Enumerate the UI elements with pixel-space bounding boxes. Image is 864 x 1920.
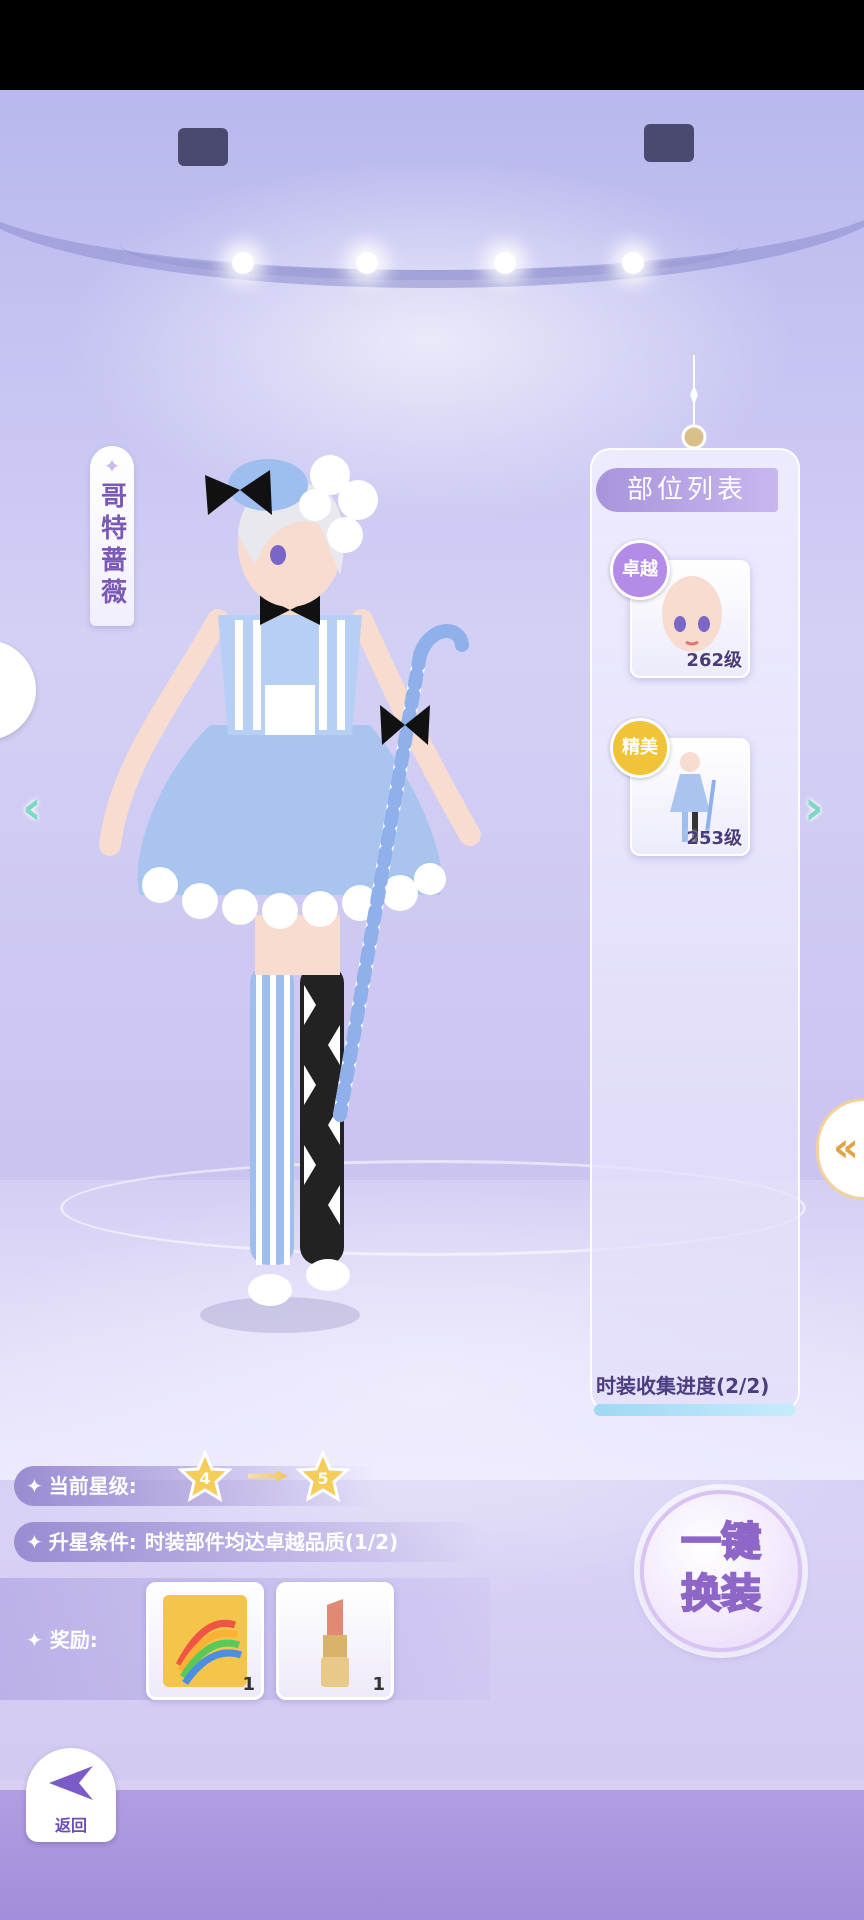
prev-arrow-icon[interactable]: ‹ xyxy=(22,780,42,836)
spotlight xyxy=(232,252,254,274)
sparkle-icon: ✦ xyxy=(26,1530,43,1554)
outfit-button-line1: 一键 xyxy=(680,1518,762,1566)
double-chevron-left-icon: « xyxy=(833,1125,859,1171)
character-illustration xyxy=(99,455,481,1333)
back-label: 返回 xyxy=(54,1816,87,1835)
reward-label: 奖励: xyxy=(49,1628,98,1652)
reward-item[interactable]: 1 xyxy=(276,1582,394,1700)
reward-item[interactable]: 1 xyxy=(146,1582,264,1700)
to-star-value: 5 xyxy=(317,1469,328,1488)
stage-light-right xyxy=(644,124,694,162)
back-button[interactable]: 返回 xyxy=(26,1748,116,1842)
spotlight xyxy=(622,252,644,274)
spotlight xyxy=(356,252,378,274)
reward-label-row: ✦ 奖励: xyxy=(26,1624,98,1653)
current-star-label: 当前星级: xyxy=(48,1474,137,1498)
collection-progress-bar xyxy=(594,1404,796,1416)
bottom-bar xyxy=(0,1780,864,1920)
next-arrow-icon[interactable]: › xyxy=(804,780,824,836)
back-arrow-icon xyxy=(49,1766,93,1800)
from-star-value: 4 xyxy=(199,1469,210,1488)
parts-panel-title: 部位列表 xyxy=(596,468,778,512)
reward-count: 1 xyxy=(372,1674,385,1695)
one-click-outfit-button[interactable]: 一键 换装 xyxy=(640,1490,802,1652)
quality-badge: 精美 xyxy=(610,718,670,778)
status-bar xyxy=(0,0,864,90)
collection-progress-fill xyxy=(594,1404,796,1416)
panel-ornament-icon xyxy=(681,355,707,450)
upgrade-condition-row: ✦ 升星条件: 时装部件均达卓越品质(1/2) xyxy=(14,1522,484,1562)
outfit-button-line2: 换装 xyxy=(680,1570,762,1618)
quality-badge: 卓越 xyxy=(610,540,670,600)
stage-light-left xyxy=(178,128,228,166)
part-level: 262级 xyxy=(686,650,742,671)
upgrade-condition-label: 升星条件: xyxy=(48,1530,137,1554)
part-level: 253级 xyxy=(686,828,742,849)
star-badge-to: 5 xyxy=(296,1450,350,1503)
collection-progress-label: 时装收集进度(2/2) xyxy=(596,1374,770,1398)
reward-count: 1 xyxy=(242,1674,255,1695)
star-badge-from: 4 xyxy=(178,1450,232,1503)
upgrade-condition-text: 时装部件均达卓越品质(1/2) xyxy=(144,1530,399,1554)
sparkle-icon: ✦ xyxy=(26,1474,43,1498)
sparkle-icon: ✦ xyxy=(26,1628,50,1652)
spotlight xyxy=(494,252,516,274)
stage-truss-inner xyxy=(120,210,740,280)
